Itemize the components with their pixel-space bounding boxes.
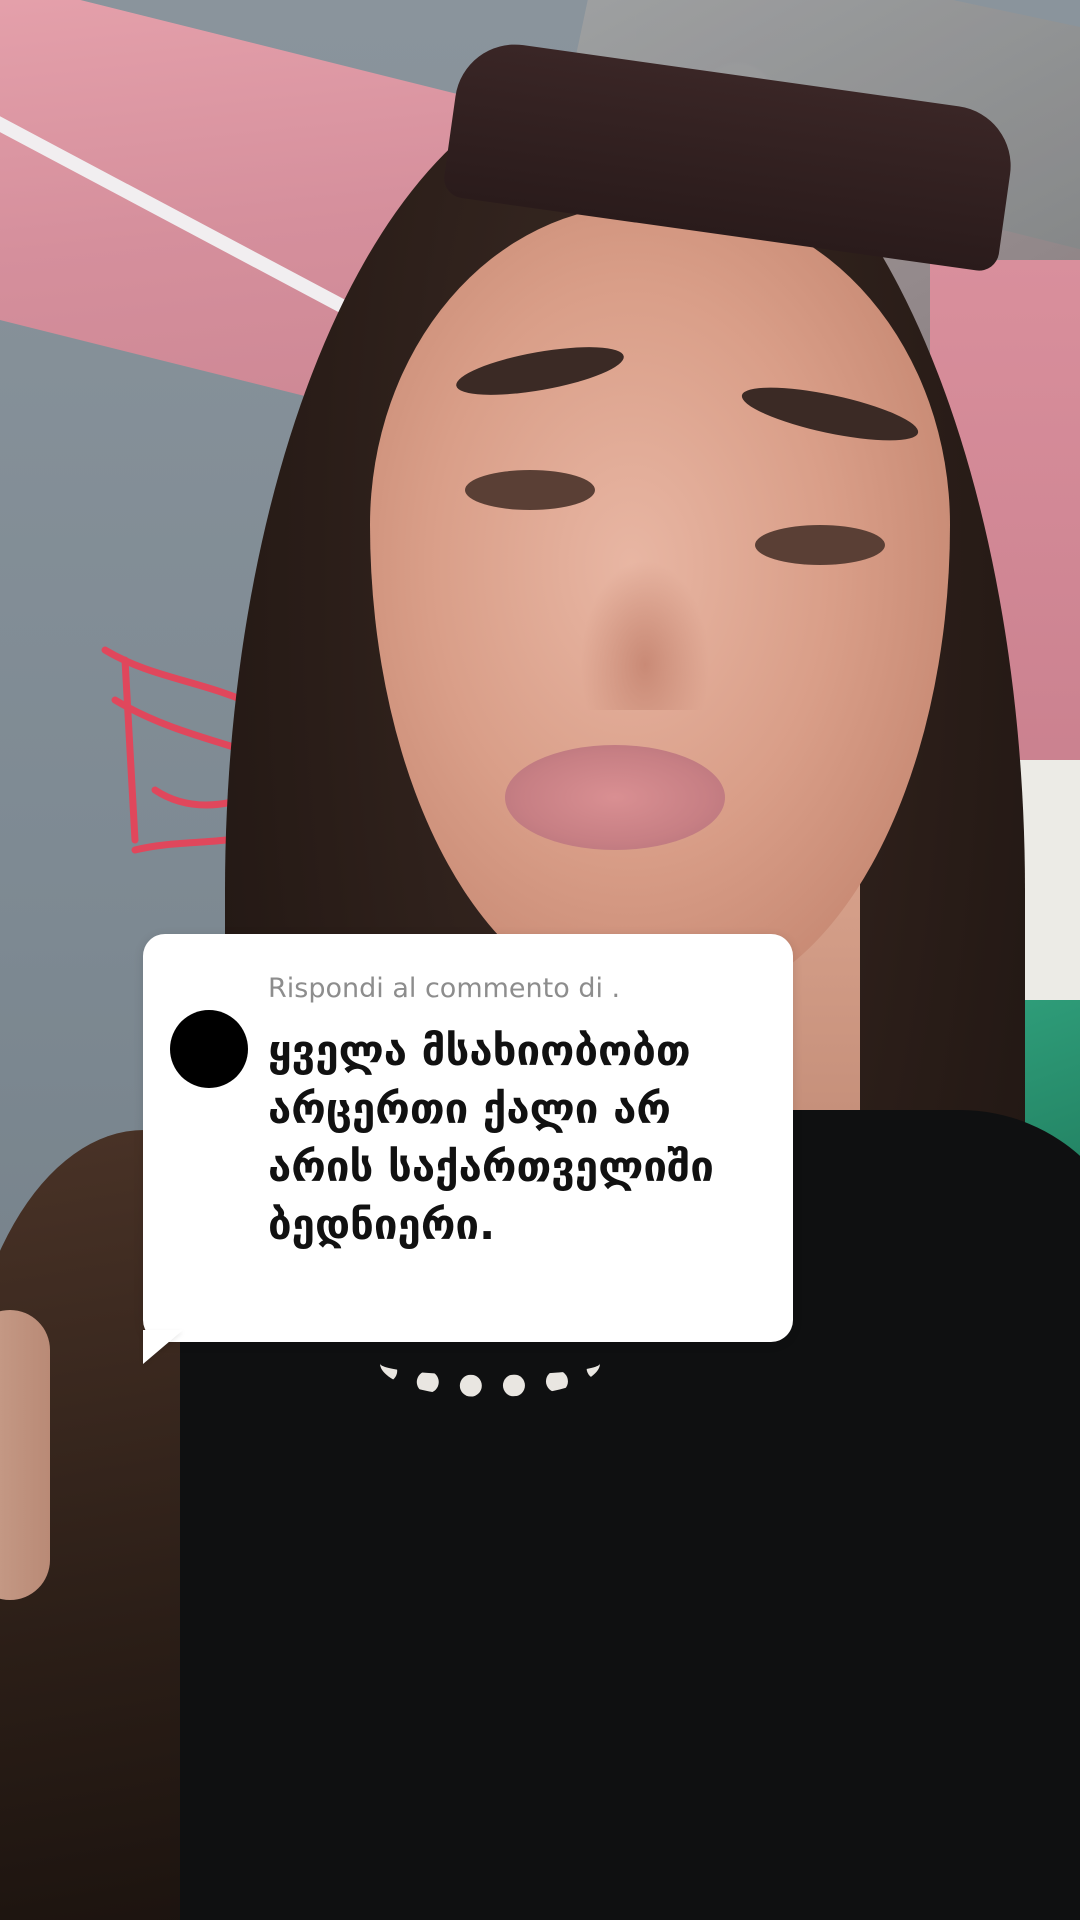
eye-left [465,470,595,510]
hand [0,1310,50,1600]
nose [580,560,710,710]
comment-reply-sticker-tail [143,1330,183,1364]
lips [505,745,725,850]
commenter-avatar[interactable] [170,1010,248,1088]
eye-right [755,525,885,565]
reply-header: Rispondi al commento di . [268,973,621,1004]
reply-comment-text: ყველა მსახიობობთ არცერთი ქალი არ არის სა… [268,1026,714,1249]
video-screen[interactable]: Rispondi al commento di . ყველა მსახიობო… [0,0,1080,1920]
